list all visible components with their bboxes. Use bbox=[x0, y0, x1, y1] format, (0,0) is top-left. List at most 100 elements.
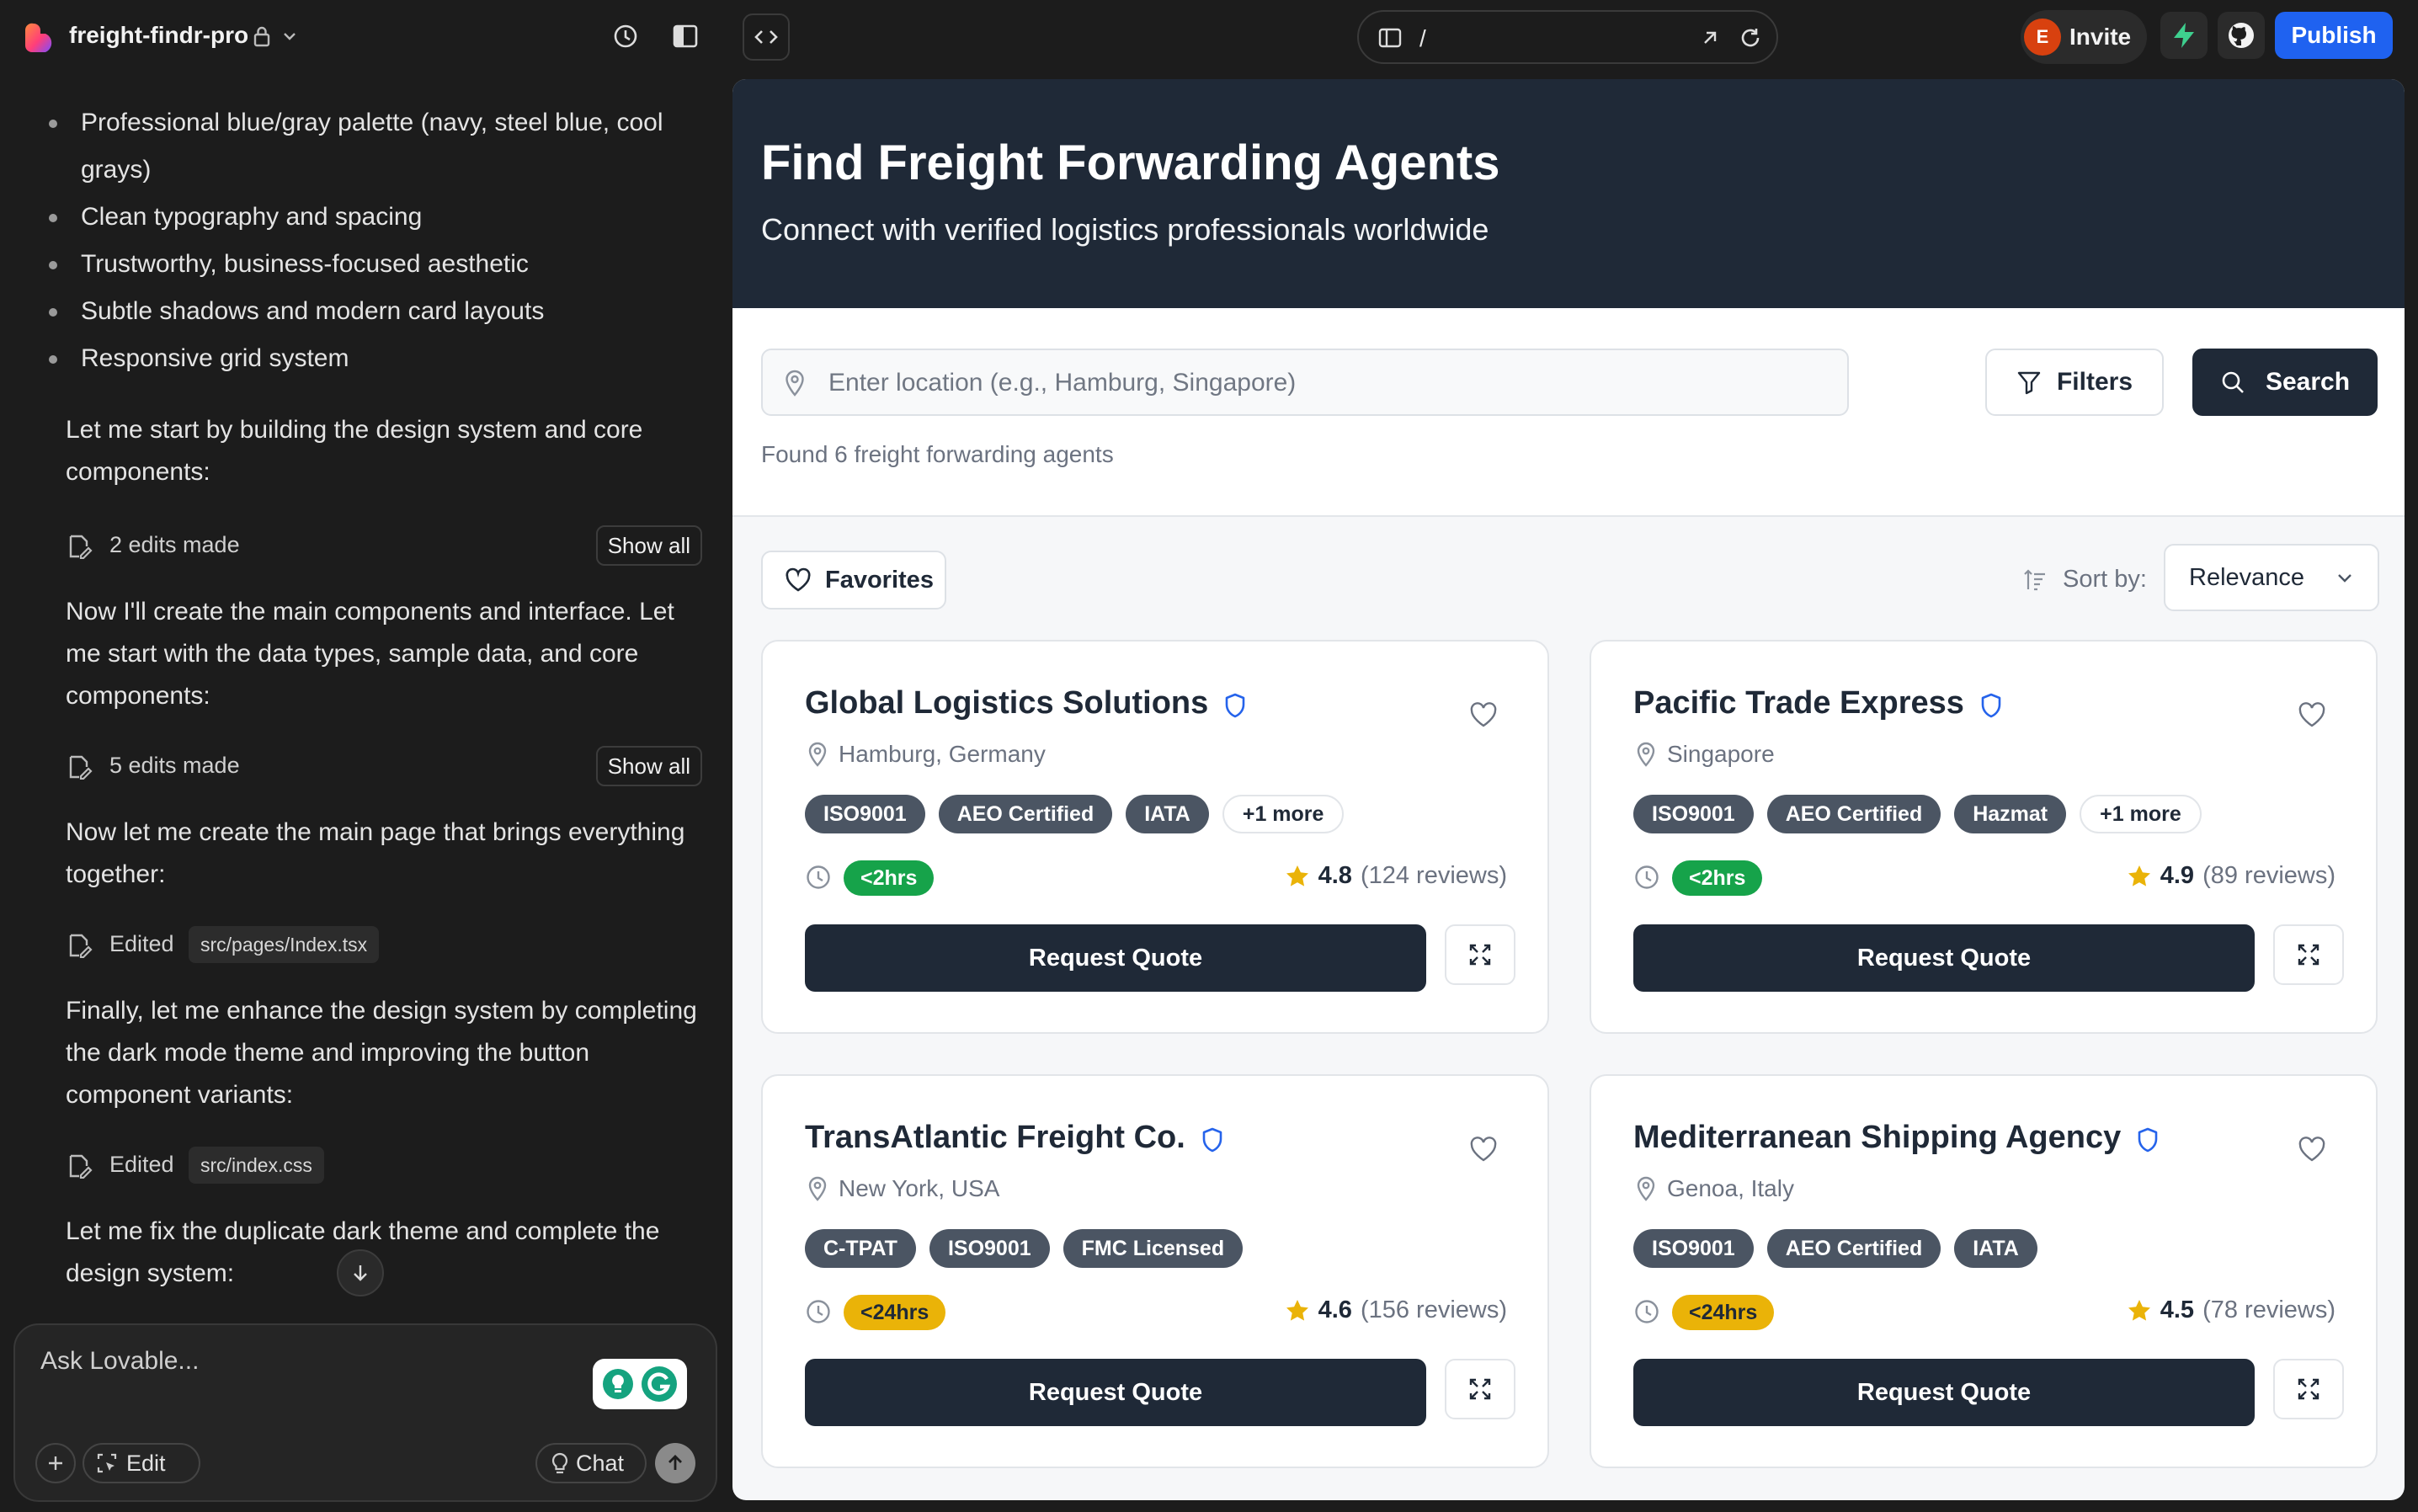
favorite-heart-icon[interactable] bbox=[1468, 1135, 1499, 1163]
file-chip[interactable]: src/pages/Index.tsx bbox=[189, 926, 380, 963]
certification-tag: AEO Certified bbox=[938, 795, 1113, 833]
agent-card[interactable]: Global Logistics Solutions Hamburg, Germ… bbox=[761, 640, 1549, 1034]
clock-icon bbox=[1635, 865, 1659, 889]
rating-score: 4.9 bbox=[2160, 862, 2195, 889]
file-chip[interactable]: src/index.css bbox=[189, 1147, 324, 1184]
chat-message: Let me start by building the design syst… bbox=[66, 416, 643, 486]
edits-summary: 5 edits made Show all bbox=[66, 746, 702, 786]
arrow-down-icon bbox=[354, 1265, 367, 1281]
star-icon bbox=[1286, 865, 1308, 886]
show-all-button[interactable]: Show all bbox=[595, 525, 702, 566]
expand-details-button[interactable] bbox=[2273, 1359, 2344, 1419]
agent-location: Singapore bbox=[1667, 741, 1775, 767]
clock-icon bbox=[1635, 1300, 1659, 1323]
agent-location: Genoa, Italy bbox=[1667, 1175, 1794, 1201]
clock-icon bbox=[807, 865, 830, 889]
invite-button[interactable]: E Invite bbox=[2021, 10, 2147, 64]
more-tags-button[interactable]: +1 more bbox=[2080, 795, 2202, 833]
chat-message: Let me fix the duplicate dark theme and … bbox=[66, 1217, 660, 1287]
user-avatar: E bbox=[2024, 19, 2061, 56]
send-button[interactable] bbox=[655, 1443, 695, 1483]
chat-message: Now let me create the main page that bri… bbox=[66, 818, 685, 888]
file-edit-icon bbox=[69, 934, 93, 958]
chevron-down-icon bbox=[2338, 574, 2351, 583]
lightbulb-icon bbox=[603, 1369, 633, 1399]
agent-rating: 4.6 (156 reviews) bbox=[1285, 1296, 1507, 1324]
url-path[interactable]: / bbox=[1419, 25, 1426, 52]
response-time-badge: <24hrs bbox=[1672, 1295, 1775, 1330]
add-attachment-button[interactable] bbox=[35, 1443, 76, 1483]
filters-button[interactable]: Filters bbox=[1985, 349, 2164, 416]
expand-details-button[interactable] bbox=[1445, 1359, 1515, 1419]
favorite-heart-icon[interactable] bbox=[1468, 700, 1499, 729]
lovable-logo-icon[interactable] bbox=[25, 22, 57, 52]
project-name[interactable]: freight-findr-pro bbox=[69, 22, 248, 49]
review-count: (156 reviews) bbox=[1360, 1296, 1507, 1323]
show-all-button[interactable]: Show all bbox=[595, 746, 702, 786]
verified-shield-icon bbox=[1202, 1127, 1222, 1153]
certification-tags: ISO9001 AEO Certified IATA bbox=[1633, 1229, 2037, 1268]
agent-name[interactable]: Mediterranean Shipping Agency bbox=[1633, 1120, 2121, 1156]
search-button[interactable]: Search bbox=[2192, 349, 2378, 416]
request-quote-button[interactable]: Request Quote bbox=[1633, 924, 2255, 992]
agent-name[interactable]: Pacific Trade Express bbox=[1633, 685, 1964, 721]
verified-shield-icon bbox=[2138, 1127, 2158, 1153]
sort-select[interactable]: Relevance bbox=[2164, 544, 2379, 611]
grammarly-widget[interactable] bbox=[593, 1359, 687, 1409]
top-bar: freight-findr-pro / E Invite Publish bbox=[0, 0, 2418, 74]
agent-location: New York, USA bbox=[839, 1175, 1000, 1201]
supabase-button[interactable] bbox=[2160, 12, 2208, 59]
search-label: Search bbox=[2265, 368, 2351, 396]
rating-score: 4.6 bbox=[1318, 1296, 1352, 1323]
sidebar-toggle-icon[interactable] bbox=[672, 24, 699, 49]
more-tags-button[interactable]: +1 more bbox=[1222, 795, 1345, 833]
plus-icon bbox=[49, 1456, 62, 1470]
favorite-heart-icon[interactable] bbox=[2297, 700, 2327, 729]
certification-tag: IATA bbox=[1126, 795, 1209, 833]
edits-count: 5 edits made bbox=[109, 753, 240, 778]
favorite-heart-icon[interactable] bbox=[2297, 1135, 2327, 1163]
list-item: Professional blue/gray palette (navy, st… bbox=[49, 99, 704, 194]
expand-details-button[interactable] bbox=[1445, 924, 1515, 985]
feature-list: Professional blue/gray palette (navy, st… bbox=[49, 99, 704, 382]
certification-tags: ISO9001 AEO Certified IATA +1 more bbox=[805, 795, 1345, 833]
expand-icon bbox=[1469, 944, 1491, 966]
certification-tag: FMC Licensed bbox=[1063, 1229, 1244, 1268]
review-count: (89 reviews) bbox=[2202, 862, 2335, 889]
agent-rating: 4.5 (78 reviews) bbox=[2127, 1296, 2335, 1324]
lock-icon bbox=[253, 26, 270, 47]
request-quote-button[interactable]: Request Quote bbox=[805, 1359, 1426, 1426]
chat-input-placeholder[interactable]: Ask Lovable... bbox=[40, 1347, 199, 1376]
agent-card[interactable]: TransAtlantic Freight Co. New York, USA … bbox=[761, 1074, 1549, 1468]
chat-mode-button[interactable]: Chat bbox=[535, 1443, 647, 1483]
location-search-input[interactable] bbox=[828, 362, 1830, 404]
scroll-down-button[interactable] bbox=[337, 1249, 384, 1296]
certification-tag: C-TPAT bbox=[805, 1229, 916, 1268]
file-edit-icon bbox=[69, 755, 93, 780]
request-quote-button[interactable]: Request Quote bbox=[1633, 1359, 2255, 1426]
agent-name[interactable]: TransAtlantic Freight Co. bbox=[805, 1120, 1185, 1156]
favorites-button[interactable]: Favorites bbox=[761, 551, 946, 610]
chevron-down-icon[interactable] bbox=[281, 29, 298, 44]
open-external-icon[interactable] bbox=[1699, 27, 1721, 49]
reload-icon[interactable] bbox=[1738, 25, 1763, 51]
edit-mode-button[interactable]: Edit bbox=[83, 1443, 200, 1483]
code-view-button[interactable] bbox=[743, 13, 790, 61]
preview-url-bar[interactable]: / bbox=[1357, 10, 1778, 64]
agent-location: Hamburg, Germany bbox=[839, 741, 1046, 767]
history-icon[interactable] bbox=[611, 22, 640, 51]
agent-name[interactable]: Global Logistics Solutions bbox=[805, 685, 1208, 721]
agent-card[interactable]: Pacific Trade Express Singapore ISO9001 A… bbox=[1590, 640, 2378, 1034]
publish-button[interactable]: Publish bbox=[2275, 12, 2393, 59]
agent-rating: 4.8 (124 reviews) bbox=[1285, 862, 1507, 890]
expand-icon bbox=[2298, 944, 2319, 966]
agent-card[interactable]: Mediterranean Shipping Agency Genoa, Ita… bbox=[1590, 1074, 2378, 1468]
request-quote-button[interactable]: Request Quote bbox=[805, 924, 1426, 992]
chat-input-box[interactable]: Ask Lovable... Edit Chat bbox=[13, 1323, 717, 1502]
certification-tag: ISO9001 bbox=[1633, 1229, 1754, 1268]
github-button[interactable] bbox=[2218, 12, 2265, 59]
expand-details-button[interactable] bbox=[2273, 924, 2344, 985]
chat-label: Chat bbox=[576, 1450, 625, 1476]
location-search-field[interactable] bbox=[761, 349, 1849, 416]
certification-tag: ISO9001 bbox=[805, 795, 925, 833]
